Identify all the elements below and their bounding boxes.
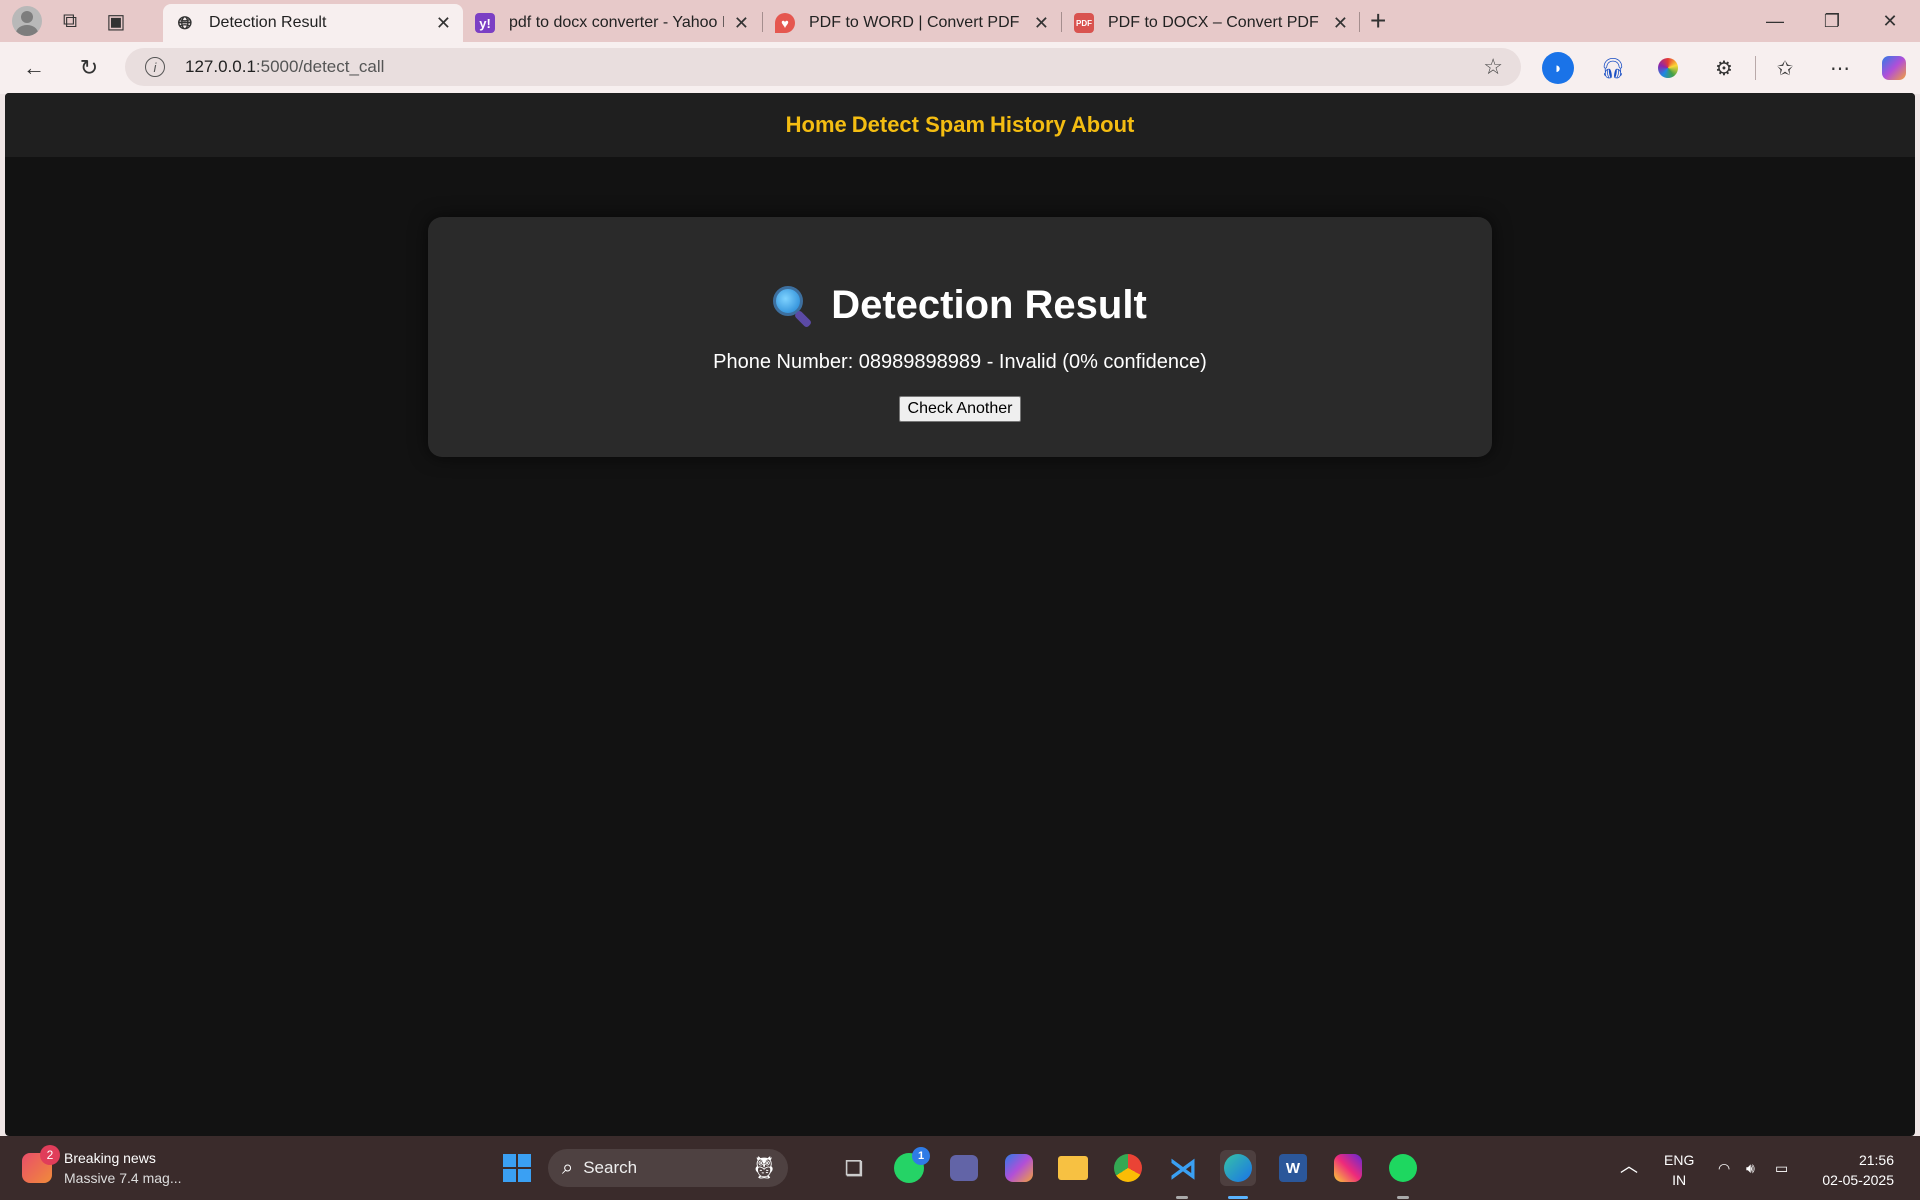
instagram-icon[interactable] (1330, 1150, 1366, 1186)
minimize-icon[interactable]: — (1747, 0, 1803, 42)
nav-about-link[interactable]: About (1071, 112, 1135, 138)
vscode-icon[interactable]: ⋊ (1165, 1150, 1201, 1186)
page-title: Detection Result (831, 283, 1147, 327)
active-indicator (1228, 1196, 1248, 1199)
url-text[interactable]: 127.0.0.1:5000/detect_call (185, 57, 384, 77)
workspaces-icon[interactable]: ⧉ (52, 3, 88, 39)
address-bar[interactable]: i 127.0.0.1:5000/detect_call ☆ (125, 48, 1521, 86)
news-subtitle: Massive 7.4 mag... (64, 1170, 182, 1186)
tab-yahoo-search[interactable]: y! pdf to docx converter - Yahoo India ✕ (463, 4, 761, 42)
extensions-puzzle-icon[interactable]: ⚙︎ (1708, 52, 1740, 84)
windows-taskbar: 2 Breaking news Massive 7.4 mag... ⌕ Sea… (0, 1136, 1920, 1200)
search-label: Search (583, 1158, 638, 1177)
file-explorer-icon[interactable] (1055, 1150, 1091, 1186)
result-card: Detection Result Phone Number: 089898989… (428, 217, 1492, 457)
tab-pdf-to-word[interactable]: ♥ PDF to WORD | Convert PDF to Word ✕ (763, 4, 1061, 42)
tab-pdf-to-docx[interactable]: PDF PDF to DOCX – Convert PDF to DOCX ✕ (1062, 4, 1360, 42)
result-heading: Detection Result (428, 283, 1492, 328)
globe-icon: 🌐︎ (177, 12, 193, 33)
battery-icon[interactable]: ▭ (1775, 1158, 1788, 1178)
magnifying-glass-icon (773, 285, 813, 328)
close-tab-icon[interactable]: ✕ (734, 13, 749, 34)
url-path: :5000/detect_call (255, 57, 385, 76)
edge-icon[interactable] (1220, 1150, 1256, 1186)
ilovepdf-icon: ♥ (775, 13, 795, 33)
copilot-icon[interactable] (1878, 52, 1910, 84)
news-widget[interactable]: 2 Breaking news Massive 7.4 mag... (22, 1145, 182, 1188)
check-another-button[interactable]: Check Another (898, 396, 1022, 422)
tab-title: pdf to docx converter - Yahoo India (509, 14, 724, 31)
refresh-icon[interactable]: ↻ (71, 50, 107, 86)
taskbar-search[interactable]: ⌕ Search 🦉︎ (548, 1149, 788, 1187)
color-picker-extension-icon[interactable] (1652, 52, 1684, 84)
news-badge: 2 (40, 1145, 60, 1165)
detection-result-text: Phone Number: 08989898989 - Invalid (0% … (713, 351, 1207, 373)
search-highlight-icon: 🦉︎ (750, 1155, 778, 1180)
copilot-app-icon[interactable] (1001, 1150, 1037, 1186)
news-icon: 2 (22, 1145, 60, 1183)
headphones-extension-icon[interactable]: 🎧︎ (1597, 52, 1629, 84)
close-tab-icon[interactable]: ✕ (436, 13, 451, 34)
close-window-icon[interactable]: ✕ (1862, 0, 1918, 42)
running-indicator (1176, 1196, 1188, 1199)
word-icon[interactable]: W (1275, 1150, 1311, 1186)
chrome-icon[interactable] (1110, 1150, 1146, 1186)
close-tab-icon[interactable]: ✕ (1333, 13, 1348, 34)
site-info-icon[interactable]: i (145, 57, 165, 77)
tab-detection-result[interactable]: 🌐︎ Detection Result ✕ (163, 4, 463, 42)
whatsapp-icon[interactable]: 1 (891, 1147, 930, 1186)
tab-title: PDF to WORD | Convert PDF to Word (809, 14, 1024, 31)
nav-history-link[interactable]: History (990, 112, 1066, 138)
browser-toolbar: ← ↻ i 127.0.0.1:5000/detect_call ☆ ◗ 🎧︎ … (0, 42, 1920, 94)
tab-separator (1359, 12, 1360, 32)
url-host: 127.0.0.1 (185, 57, 256, 76)
language-indicator[interactable]: ENG IN (1664, 1150, 1694, 1190)
site-navigation: Home Detect Spam History About (5, 93, 1915, 157)
tab-title: Detection Result (209, 14, 327, 31)
more-options-icon[interactable]: ⋯ (1824, 52, 1856, 84)
clock[interactable]: 21:56 02-05-2025 (1814, 1150, 1894, 1190)
toolbar-separator (1755, 56, 1756, 80)
restore-icon[interactable]: ❐ (1804, 0, 1860, 42)
close-tab-icon[interactable]: ✕ (1034, 13, 1049, 34)
spotify-icon[interactable] (1385, 1150, 1421, 1186)
windows-start-icon[interactable] (499, 1150, 535, 1186)
favorites-icon[interactable]: ✩ (1769, 52, 1801, 84)
nav-home-link[interactable]: Home (786, 112, 847, 138)
news-title: Breaking news (64, 1150, 156, 1166)
search-icon: ⌕ (562, 1156, 574, 1179)
teams-icon[interactable] (946, 1150, 982, 1186)
wifi-icon[interactable]: ◠ (1718, 1158, 1730, 1178)
favorite-star-icon[interactable]: ☆ (1483, 54, 1503, 80)
back-arrow-icon[interactable]: ← (16, 50, 52, 86)
web-page: Home Detect Spam History About Detection… (5, 93, 1915, 1136)
region-code: IN (1672, 1172, 1687, 1188)
vertical-tabs-icon[interactable]: ▣ (98, 3, 134, 39)
pdf-docx-icon: PDF (1074, 13, 1094, 33)
language-code: ENG (1664, 1152, 1695, 1168)
running-indicator (1397, 1196, 1409, 1199)
show-hidden-icons-chevron-icon[interactable]: ︿ (1620, 1156, 1638, 1176)
read-aloud-extension-icon[interactable]: ◗ (1542, 52, 1574, 84)
volume-icon[interactable]: 🔊︎ (1746, 1158, 1755, 1178)
yahoo-icon: y! (475, 13, 495, 33)
clock-time: 21:56 (1858, 1152, 1894, 1168)
nav-detect-spam-link[interactable]: Detect Spam (852, 112, 985, 138)
whatsapp-badge: 1 (912, 1147, 930, 1165)
new-tab-icon[interactable]: + (1370, 4, 1386, 38)
task-view-icon[interactable]: ❏ (836, 1150, 872, 1186)
clock-date: 02-05-2025 (1822, 1172, 1894, 1188)
tab-title: PDF to DOCX – Convert PDF to DOCX (1108, 14, 1323, 31)
profile-avatar-icon[interactable] (12, 6, 42, 36)
